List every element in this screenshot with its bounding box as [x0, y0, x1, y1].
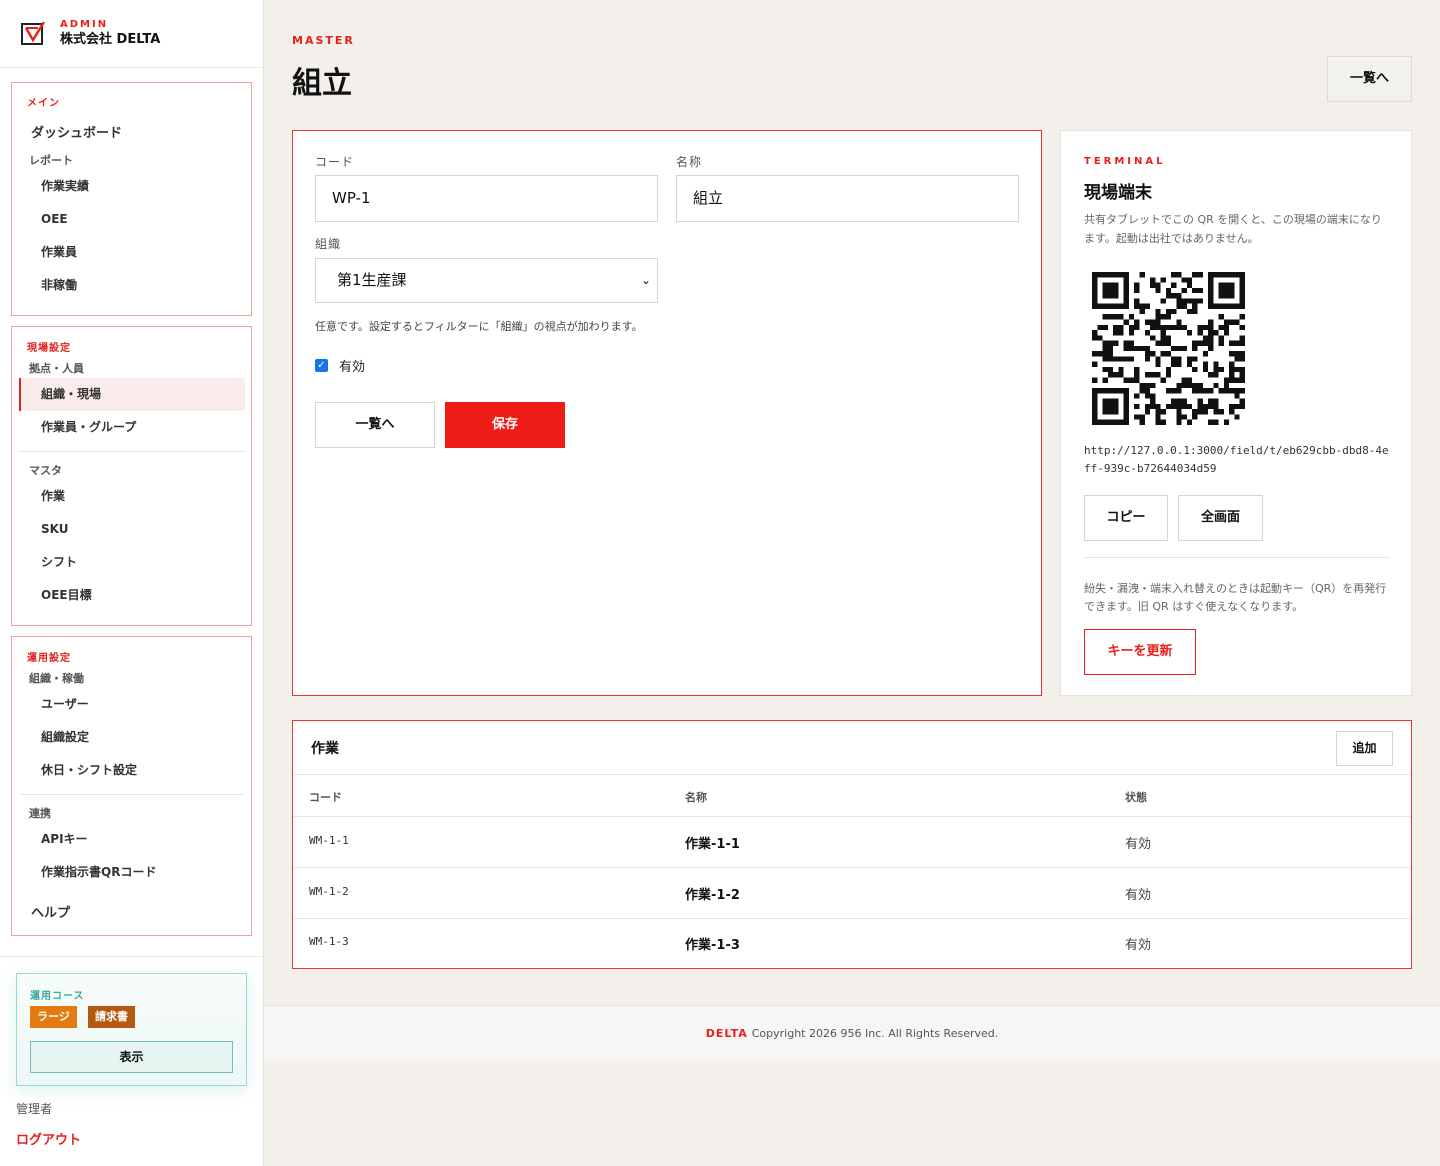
nav-item-users[interactable]: ユーザー — [19, 688, 245, 721]
nav-item-org-site[interactable]: 組織・現場 — [19, 378, 245, 411]
nav-item-holiday-shift[interactable]: 休日・シフト設定 — [19, 754, 245, 787]
delta-logo-icon — [21, 20, 46, 45]
org-select-value: 第1生産課 — [337, 271, 407, 289]
logout-link[interactable]: ログアウト — [16, 1129, 81, 1148]
nav-section-main: メイン ダッシュボード レポート 作業実績 OEE 作業員 非稼働 — [11, 82, 252, 316]
column-name: 名称 — [685, 791, 707, 804]
footer-brand: DELTA — [705, 1027, 748, 1040]
nav-item-work-results[interactable]: 作業実績 — [19, 170, 245, 203]
terminal-url: http://127.0.0.1:3000/field/t/eb629cbb-d… — [1084, 444, 1389, 475]
row-code: WM-1-3 — [309, 935, 349, 948]
nav-sub-org-operation: 組織・稼働 — [29, 672, 84, 685]
row-name[interactable]: 作業-1-3 — [685, 934, 740, 953]
fullscreen-button[interactable]: 全画面 — [1178, 495, 1263, 541]
active-checkbox[interactable]: ✓ — [315, 359, 328, 372]
column-code: コード — [309, 791, 342, 804]
nav-item-help[interactable]: ヘルプ — [31, 902, 70, 921]
rekey-button[interactable]: キーを更新 — [1084, 629, 1196, 675]
nav-divider — [19, 451, 245, 452]
code-label: コード — [315, 155, 355, 169]
course-title: 運用コース — [30, 991, 85, 1002]
page-title: 組立 — [292, 66, 352, 101]
operations-title: 作業 — [311, 741, 339, 757]
table-row[interactable]: WM-1-3 作業-1-3 有効 — [293, 918, 1411, 969]
nav-item-work-order-qr[interactable]: 作業指示書QRコード — [19, 856, 245, 889]
nav-item-dashboard[interactable]: ダッシュボード — [31, 122, 122, 141]
terminal-description: 共有タブレットでこの QR を開くと、この現場の端末になります。起動は出社ではあ… — [1084, 213, 1382, 245]
terminal-card: TERMINAL 現場端末 共有タブレットでこの QR を開くと、この現場の端末… — [1060, 130, 1412, 696]
nav-item-sku[interactable]: SKU — [19, 513, 245, 546]
chevron-down-icon: ⌄ — [640, 273, 651, 287]
user-role: 管理者 — [16, 1102, 53, 1116]
course-card: 運用コース ラージ 請求書 表示 — [16, 973, 247, 1086]
nav-item-oee-target[interactable]: OEE目標 — [19, 579, 245, 612]
divider — [1084, 557, 1390, 558]
company-name: 株式会社 DELTA — [60, 31, 161, 47]
nav-item-worker-groups[interactable]: 作業員・グループ — [19, 411, 245, 444]
nav-head-main: メイン — [27, 98, 60, 109]
show-course-button[interactable]: 表示 — [30, 1041, 233, 1073]
nav-section-ops: 運用設定 組織・稼働 ユーザー 組織設定 休日・シフト設定 連携 APIキー 作… — [11, 636, 252, 936]
operations-table-card: 作業 追加 コード 名称 状態 WM-1-1 作業-1-1 有効 WM-1-2 … — [292, 720, 1412, 969]
nav-divider — [19, 794, 245, 795]
active-label: 有効 — [339, 360, 366, 375]
section-label: MASTER — [292, 34, 355, 47]
row-status: 有効 — [1125, 837, 1152, 852]
nav-item-workers[interactable]: 作業員 — [19, 236, 245, 269]
nav-section-site: 現場設定 拠点・人員 組織・現場 作業員・グループ マスタ 作業 SKU シフト… — [11, 326, 252, 626]
table-row[interactable]: WM-1-1 作業-1-1 有効 — [293, 817, 1411, 868]
sidebar: ADMIN 株式会社 DELTA メイン ダッシュボード レポート 作業実績 O… — [0, 0, 264, 1166]
active-toggle[interactable]: ✓ 有効 — [315, 356, 365, 375]
code-input[interactable]: WP-1 — [315, 175, 658, 222]
nav-sub-master: マスタ — [29, 464, 62, 477]
back-to-list-button[interactable]: 一覧へ — [1327, 56, 1412, 102]
brand-admin-label: ADMIN — [60, 18, 109, 30]
nav-item-org-settings[interactable]: 組織設定 — [19, 721, 245, 754]
copyright: Copyright 2026 956 Inc. All Rights Reser… — [751, 1027, 999, 1040]
save-button[interactable]: 保存 — [445, 402, 565, 448]
nav-head-ops: 運用設定 — [27, 653, 71, 664]
name-label: 名称 — [676, 155, 703, 169]
nav-item-shift[interactable]: シフト — [19, 546, 245, 579]
nav-sub-bases: 拠点・人員 — [29, 362, 84, 375]
row-name[interactable]: 作業-1-2 — [685, 884, 740, 903]
copy-button[interactable]: コピー — [1084, 495, 1168, 541]
org-select[interactable]: 第1生産課 ⌄ — [315, 258, 658, 303]
nav-item-api-key[interactable]: APIキー — [19, 823, 245, 856]
billing-badge: 請求書 — [88, 1006, 135, 1028]
nav-head-site: 現場設定 — [27, 343, 71, 354]
edit-form: コード WP-1 名称 組立 組織 第1生産課 ⌄ 任意です。設定するとフィルタ… — [292, 130, 1042, 696]
brand[interactable]: ADMIN 株式会社 DELTA — [0, 0, 263, 68]
row-code: WM-1-1 — [309, 834, 349, 847]
plan-badge: ラージ — [30, 1006, 77, 1028]
table-header: コード 名称 状態 — [293, 774, 1411, 817]
footer: DELTA Copyright 2026 956 Inc. All Rights … — [264, 1005, 1440, 1061]
add-operation-button[interactable]: 追加 — [1336, 731, 1393, 766]
table-row[interactable]: WM-1-2 作業-1-2 有効 — [293, 868, 1411, 919]
list-button[interactable]: 一覧へ — [315, 402, 435, 448]
nav-sub-report: レポート — [29, 154, 73, 167]
rekey-note: 紛失・漏洩・端末入れ替えのときは起動キー（QR）を再発行できます。旧 QR はす… — [1084, 582, 1387, 613]
name-input[interactable]: 組立 — [676, 175, 1019, 222]
row-name[interactable]: 作業-1-1 — [685, 833, 740, 852]
terminal-title: 現場端末 — [1084, 183, 1152, 203]
column-status: 状態 — [1125, 791, 1147, 804]
row-code: WM-1-2 — [309, 885, 349, 898]
row-status: 有効 — [1125, 938, 1152, 953]
terminal-label: TERMINAL — [1084, 156, 1166, 167]
qr-code-icon — [1092, 272, 1245, 425]
nav-item-oee[interactable]: OEE — [19, 203, 245, 236]
nav-sub-integration: 連携 — [29, 807, 51, 820]
sidebar-footer: 運用コース ラージ 請求書 表示 管理者 ログアウト — [0, 956, 263, 1166]
row-status: 有効 — [1125, 888, 1152, 903]
org-label: 組織 — [315, 237, 342, 251]
org-hint: 任意です。設定するとフィルターに「組織」の視点が加わります。 — [315, 320, 643, 333]
nav-item-operations[interactable]: 作業 — [19, 480, 245, 513]
nav-item-downtime[interactable]: 非稼働 — [19, 269, 245, 302]
